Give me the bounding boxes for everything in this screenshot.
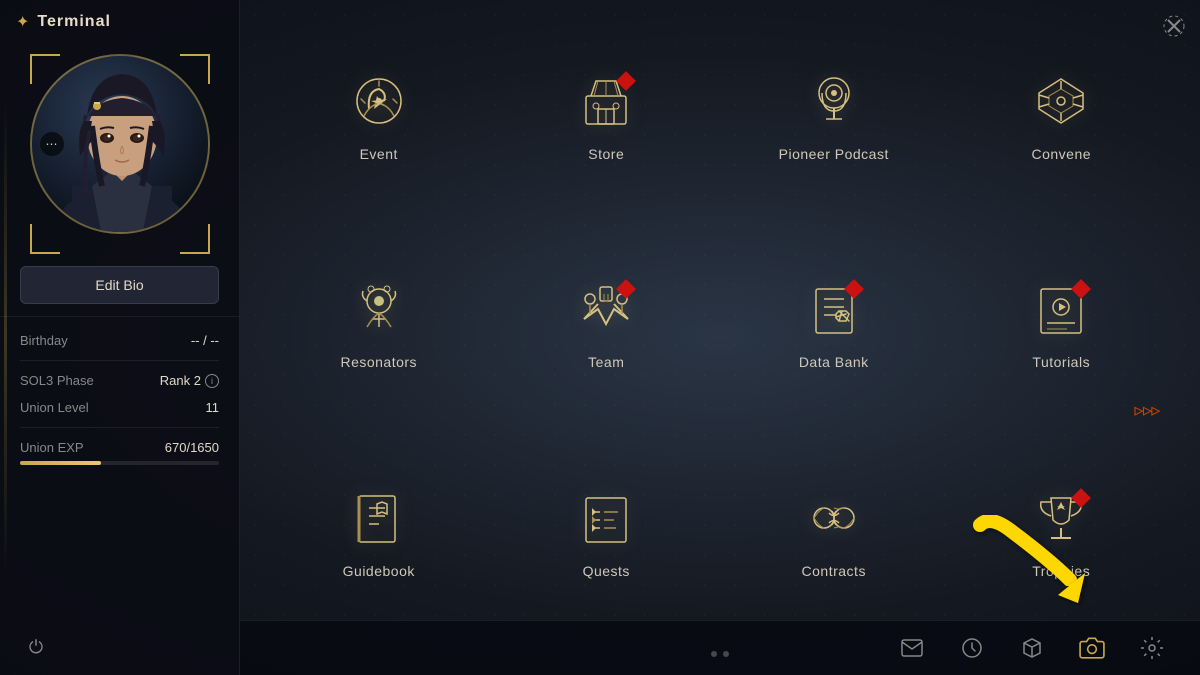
birthday-row: Birthday -- / --: [20, 333, 219, 348]
avatar-area: ⋯: [30, 54, 210, 254]
exp-bar-background: [20, 461, 219, 465]
quests-icon: [571, 483, 641, 553]
tutorials-icon: [1026, 274, 1096, 344]
menu-item-pioneer-podcast[interactable]: Pioneer Podcast: [735, 50, 933, 238]
union-level-value: 11: [206, 400, 220, 415]
menu-item-guidebook[interactable]: Guidebook: [280, 467, 478, 655]
event-label: Event: [360, 146, 398, 162]
menu-item-quests[interactable]: Quests: [508, 467, 706, 655]
union-level-row: Union Level 11: [20, 400, 219, 415]
stat-divider-2: [20, 427, 219, 428]
left-deco-line: [4, 100, 7, 575]
tutorials-badge: [1074, 282, 1088, 296]
resonators-label: Resonators: [340, 354, 417, 370]
sol3-value: Rank 2 i: [160, 373, 219, 388]
trophies-icon: [1026, 483, 1096, 553]
menu-item-team[interactable]: Team: [508, 258, 706, 446]
store-icon: [571, 66, 641, 136]
guidebook-icon: [344, 483, 414, 553]
panel-title: Terminal: [37, 13, 111, 31]
menu-item-resonators[interactable]: Resonators: [280, 258, 478, 446]
union-exp-value: 670/1650: [165, 440, 219, 455]
global-close-button[interactable]: [1160, 12, 1188, 40]
team-badge: [619, 282, 633, 296]
menu-grid: Event Store Pioneer Podcast Convene Reso…: [280, 50, 1160, 655]
terminal-icon: ✦: [16, 12, 29, 32]
sol3-info-icon[interactable]: i: [205, 374, 219, 388]
contracts-label: Contracts: [802, 563, 866, 579]
trophies-label: Trophies: [1032, 563, 1090, 579]
data-bank-label: Data Bank: [799, 354, 869, 370]
power-button[interactable]: ⏻: [20, 631, 52, 663]
menu-item-data-bank[interactable]: Data Bank: [735, 258, 933, 446]
page-dot-2: [723, 651, 729, 657]
avatar-more-button[interactable]: ⋯: [40, 132, 64, 156]
convene-label: Convene: [1031, 146, 1091, 162]
menu-item-convene[interactable]: Convene: [963, 50, 1161, 238]
birthday-label: Birthday: [20, 333, 68, 348]
guidebook-label: Guidebook: [343, 563, 415, 579]
team-icon: [571, 274, 641, 344]
menu-item-trophies[interactable]: Trophies: [963, 467, 1161, 655]
edit-bio-button[interactable]: Edit Bio: [20, 266, 219, 304]
menu-item-contracts[interactable]: Contracts: [735, 467, 933, 655]
stat-divider-1: [20, 360, 219, 361]
pioneer-podcast-label: Pioneer Podcast: [779, 146, 889, 162]
left-panel: ✦ Terminal: [0, 0, 240, 675]
union-exp-row: Union EXP 670/1650: [20, 440, 219, 455]
tutorials-arrows-badge: ▷▷▷: [1135, 404, 1160, 417]
contracts-icon: [799, 483, 869, 553]
trophies-badge: [1074, 491, 1088, 505]
page-dot-1: [711, 651, 717, 657]
team-label: Team: [588, 354, 624, 370]
menu-item-tutorials[interactable]: ▷▷▷ Tutorials: [963, 258, 1161, 446]
pioneer-podcast-icon: [799, 66, 869, 136]
union-exp-label: Union EXP: [20, 440, 84, 455]
data-bank-badge: [847, 282, 861, 296]
store-label: Store: [588, 146, 624, 162]
quests-label: Quests: [583, 563, 630, 579]
menu-item-store[interactable]: Store: [508, 50, 706, 238]
title-bar: ✦ Terminal: [0, 0, 239, 44]
main-area: Event Store Pioneer Podcast Convene Reso…: [240, 0, 1200, 675]
resonators-icon: [344, 274, 414, 344]
corner-decoration-tr: [180, 54, 210, 84]
birthday-value: -- / --: [191, 333, 219, 348]
sol3-label: SOL3 Phase: [20, 373, 94, 388]
bottom-left-area: ⏻: [0, 619, 239, 675]
stats-area: Birthday -- / -- SOL3 Phase Rank 2 i Uni…: [0, 316, 239, 619]
page-dots: [711, 651, 729, 657]
exp-bar-fill: [20, 461, 101, 465]
store-badge: [619, 74, 633, 88]
sol3-row: SOL3 Phase Rank 2 i: [20, 373, 219, 388]
union-level-label: Union Level: [20, 400, 89, 415]
tutorials-label: Tutorials: [1032, 354, 1090, 370]
corner-decoration-tl: [30, 54, 60, 84]
convene-icon: [1026, 66, 1096, 136]
corner-decoration-br: [180, 224, 210, 254]
main-content: ✦ Terminal: [0, 0, 1200, 675]
data-bank-icon: [799, 274, 869, 344]
event-icon: [344, 66, 414, 136]
corner-decoration-bl: [30, 224, 60, 254]
menu-item-event[interactable]: Event: [280, 50, 478, 238]
